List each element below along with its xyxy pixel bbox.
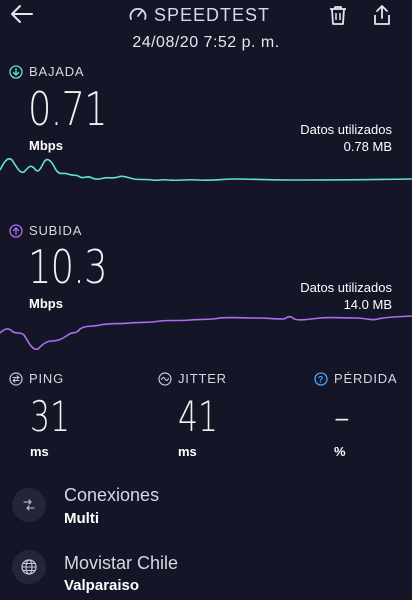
svg-text:?: ? [318,374,324,384]
loss-unit: % [334,444,346,459]
download-arrow-icon [9,64,23,79]
loss-label: PÉRDIDA [334,371,398,386]
download-data-used-label: Datos utilizados [300,122,392,137]
help-icon[interactable]: ? [314,371,328,386]
globe-icon [21,559,37,575]
upload-label: SUBIDA [29,223,83,238]
ping-label: PING [29,371,64,386]
provider-location: Valparaiso [64,577,140,594]
download-label: BAJADA [29,64,85,79]
upload-graph-line [0,315,412,351]
connections-title: Conexiones [64,485,160,505]
loss-value: – [334,392,350,441]
ping-unit: ms [30,444,49,459]
ping-icon [9,371,23,386]
upload-label-row: SUBIDA [9,223,82,238]
download-speed-graph [0,157,412,182]
upload-speed-value: 10.3 [28,240,108,294]
app-title: SPEEDTEST [154,4,271,25]
jitter-unit: ms [178,444,197,459]
connections-icon-wrap [12,488,46,522]
back-arrow-icon[interactable] [8,2,34,26]
jitter-label-row: JITTER [158,371,227,386]
test-datetime: 24/08/20 7:52 p. m. [132,34,280,51]
download-graph-line [0,157,412,182]
ping-value: 31 [30,392,71,441]
connections-value: Multi [64,510,99,527]
provider-icon-wrap [12,550,46,584]
loss-label-row: ? PÉRDIDA [314,371,397,386]
jitter-label: JITTER [178,371,227,386]
upload-speed-graph [0,315,412,351]
share-icon[interactable] [371,3,393,27]
jitter-icon [158,371,172,386]
upload-data-used-label: Datos utilizados [300,280,392,295]
upload-arrow-icon [9,223,23,238]
speedometer-icon [129,7,147,20]
download-speed-value: 0.71 [28,82,108,136]
delete-icon[interactable] [327,4,349,26]
provider-name: Movistar Chile [64,553,179,573]
connections-icon [23,499,35,511]
app-brand: SPEEDTEST [128,4,288,26]
ping-label-row: PING [9,371,64,386]
jitter-value: 41 [178,392,219,441]
download-label-row: BAJADA [9,64,84,79]
